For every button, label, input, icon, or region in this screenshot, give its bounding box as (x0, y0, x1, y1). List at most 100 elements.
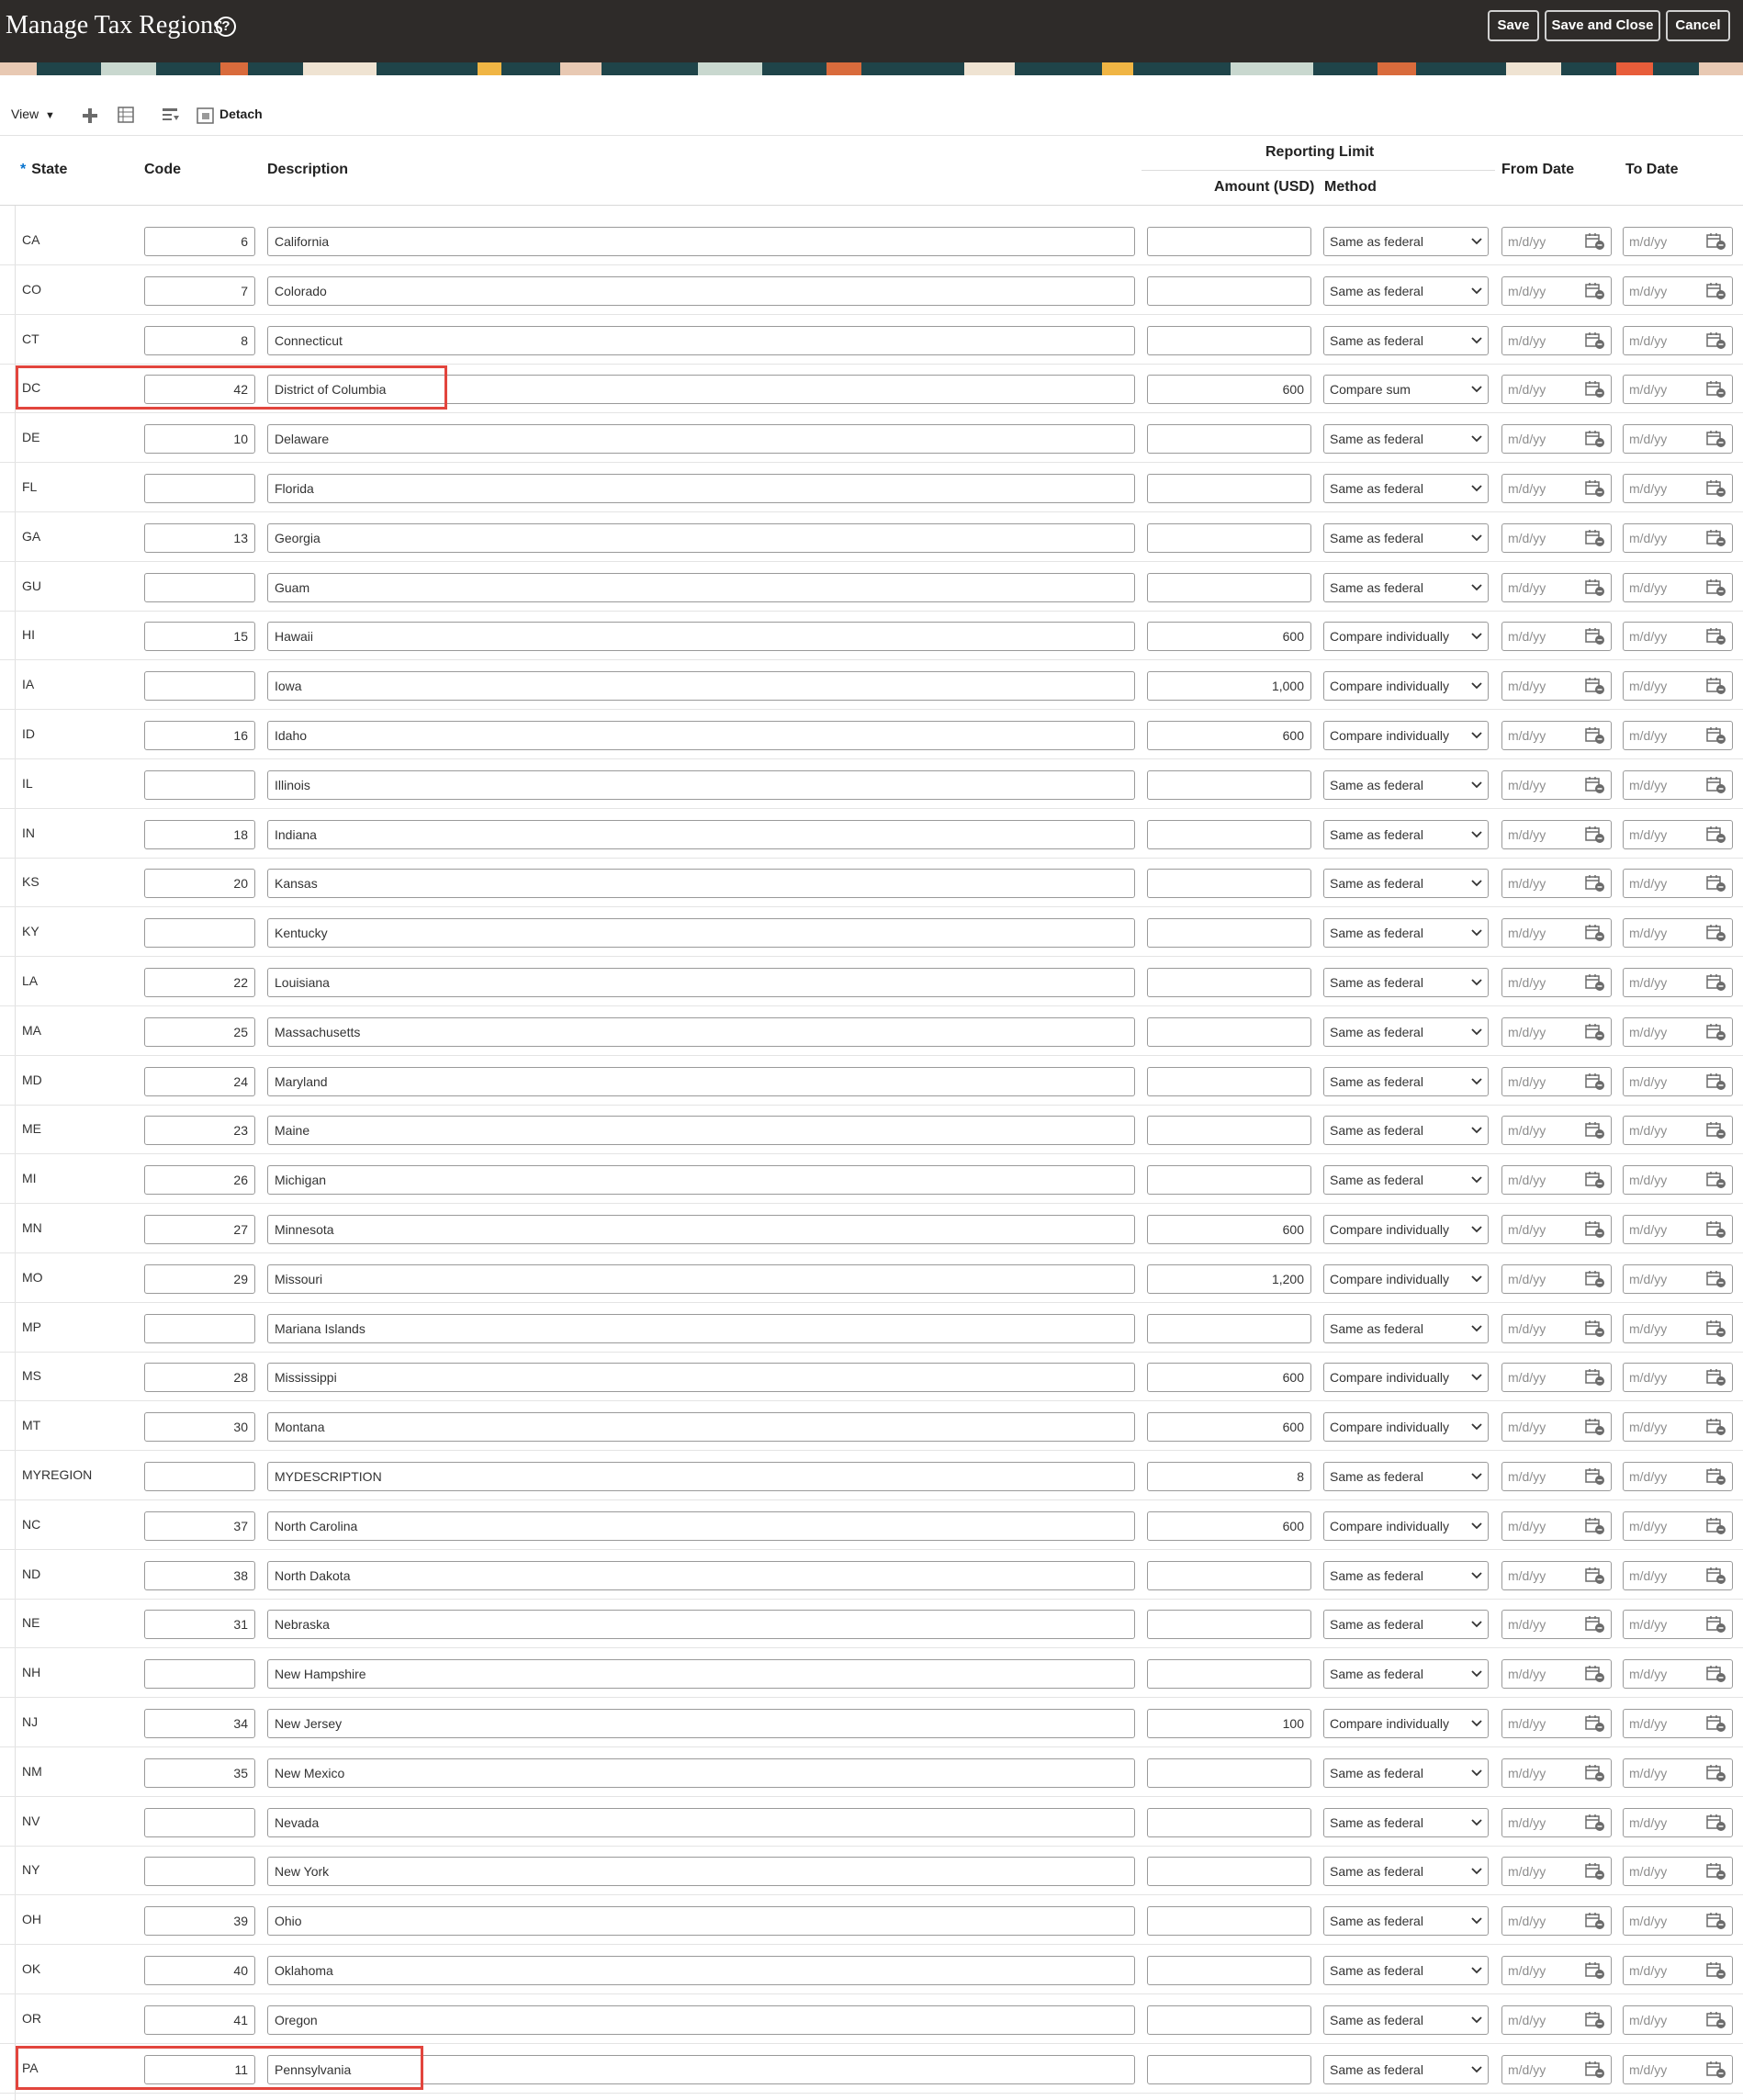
code-input[interactable]: 24 (144, 1066, 255, 1096)
calendar-icon[interactable] (1585, 1862, 1605, 1881)
amount-input[interactable] (1147, 227, 1311, 256)
code-input[interactable]: 29 (144, 1263, 255, 1294)
calendar-icon[interactable] (1706, 2061, 1726, 2079)
description-input[interactable]: Maine (267, 1116, 1135, 1146)
calendar-icon[interactable] (1706, 1270, 1726, 1288)
description-input[interactable]: New York (267, 1857, 1135, 1887)
method-select[interactable]: Same as federal (1323, 918, 1489, 949)
code-input[interactable]: 35 (144, 1757, 255, 1788)
table-row[interactable]: LA 22 Louisiana Same as federal m/d/yy m/d/yy (0, 957, 1743, 1006)
method-select[interactable]: Same as federal (1323, 1165, 1489, 1196)
description-input[interactable]: Minnesota (267, 1215, 1135, 1244)
from-date-input[interactable]: m/d/yy (1501, 1263, 1612, 1294)
column-header-from-date[interactable]: From Date (1501, 162, 1574, 178)
column-header-amount[interactable]: Amount (USD) (1214, 179, 1314, 196)
method-select[interactable]: Same as federal (1323, 968, 1489, 997)
calendar-icon[interactable] (1706, 973, 1726, 992)
from-date-input[interactable]: m/d/yy (1501, 1659, 1612, 1690)
to-date-input[interactable]: m/d/yy (1623, 721, 1733, 750)
table-row[interactable]: ID 16 Idaho 600 Compare individually m/d/yy m/… (0, 710, 1743, 759)
to-date-input[interactable]: m/d/yy (1623, 1610, 1733, 1640)
method-select[interactable]: Same as federal (1323, 522, 1489, 553)
amount-input[interactable] (1147, 869, 1311, 899)
calendar-icon[interactable] (1585, 627, 1605, 646)
description-input[interactable]: Massachusetts (267, 1016, 1135, 1047)
amount-input[interactable] (1147, 968, 1311, 997)
calendar-icon[interactable] (1706, 1368, 1726, 1387)
table-row[interactable]: MO 29 Missouri 1,200 Compare individually m/d… (0, 1253, 1743, 1303)
from-date-input[interactable]: m/d/yy (1501, 2005, 1612, 2035)
from-date-input[interactable]: m/d/yy (1501, 424, 1612, 455)
code-input[interactable]: 34 (144, 1709, 255, 1738)
table-row[interactable]: HI 15 Hawaii 600 Compare individually m/d/yy m… (0, 611, 1743, 661)
calendar-icon[interactable] (1585, 430, 1605, 448)
detach-button[interactable]: Detach (219, 107, 263, 121)
calendar-icon[interactable] (1706, 825, 1726, 844)
calendar-icon[interactable] (1585, 1517, 1605, 1535)
code-input[interactable]: 11 (144, 2054, 255, 2084)
method-select[interactable]: Same as federal (1323, 1560, 1489, 1590)
freeze-icon[interactable] (116, 105, 138, 127)
column-header-method[interactable]: Method (1324, 179, 1377, 196)
description-input[interactable]: Nevada (267, 1807, 1135, 1837)
calendar-icon[interactable] (1706, 1023, 1726, 1041)
calendar-icon[interactable] (1706, 627, 1726, 646)
code-input[interactable]: 8 (144, 325, 255, 355)
calendar-icon[interactable] (1706, 380, 1726, 399)
table-row[interactable]: GA 13 Georgia Same as federal m/d/yy m/d/yy (0, 512, 1743, 562)
calendar-icon[interactable] (1585, 578, 1605, 597)
code-input[interactable]: 22 (144, 968, 255, 997)
to-date-input[interactable]: m/d/yy (1623, 1906, 1733, 1937)
description-input[interactable]: Maryland (267, 1066, 1135, 1096)
calendar-icon[interactable] (1585, 776, 1605, 794)
description-input[interactable]: Ohio (267, 1906, 1135, 1937)
table-row[interactable]: MI 26 Michigan Same as federal m/d/yy m/d/yy (0, 1154, 1743, 1205)
to-date-input[interactable]: m/d/yy (1623, 1412, 1733, 1443)
calendar-icon[interactable] (1585, 1615, 1605, 1634)
table-row[interactable]: MS 28 Mississippi 600 Compare individually m/… (0, 1352, 1743, 1402)
to-date-input[interactable]: m/d/yy (1623, 2054, 1733, 2084)
calendar-icon[interactable] (1585, 529, 1605, 547)
method-select[interactable]: Compare individually (1323, 622, 1489, 652)
calendar-icon[interactable] (1585, 2011, 1605, 2029)
to-date-input[interactable]: m/d/yy (1623, 671, 1733, 702)
description-input[interactable]: Missouri (267, 1263, 1135, 1294)
code-input[interactable] (144, 1462, 255, 1491)
table-row[interactable]: NC 37 North Carolina 600 Compare individuall… (0, 1500, 1743, 1550)
description-input[interactable]: Iowa (267, 671, 1135, 702)
calendar-icon[interactable] (1585, 973, 1605, 992)
calendar-icon[interactable] (1706, 1171, 1726, 1189)
from-date-input[interactable]: m/d/yy (1501, 721, 1612, 750)
from-date-input[interactable]: m/d/yy (1501, 622, 1612, 652)
table-row[interactable]: KS 20 Kansas Same as federal m/d/yy m/d/yy (0, 858, 1743, 908)
calendar-icon[interactable] (1585, 1912, 1605, 1930)
from-date-input[interactable]: m/d/yy (1501, 227, 1612, 256)
table-row[interactable]: KY Kentucky Same as federal m/d/yy m/d/yy (0, 907, 1743, 958)
amount-input[interactable] (1147, 522, 1311, 553)
amount-input[interactable] (1147, 918, 1311, 949)
from-date-input[interactable]: m/d/yy (1501, 671, 1612, 702)
calendar-icon[interactable] (1706, 1961, 1726, 1980)
method-select[interactable]: Compare individually (1323, 1363, 1489, 1393)
method-select[interactable]: Compare individually (1323, 1510, 1489, 1541)
description-input[interactable]: New Jersey (267, 1709, 1135, 1738)
table-row[interactable]: CO 7 Colorado Same as federal m/d/yy m/d/yy (0, 265, 1743, 315)
table-row[interactable]: PA 11 Pennsylvania Same as federal m/d/yy m/d… (0, 2044, 1743, 2094)
from-date-input[interactable]: m/d/yy (1501, 1412, 1612, 1443)
view-menu[interactable]: View ▼ (11, 107, 55, 121)
code-input[interactable]: 13 (144, 522, 255, 553)
table-row[interactable]: MP Mariana Islands Same as federal m/d/yy m/… (0, 1303, 1743, 1353)
calendar-icon[interactable] (1585, 1023, 1605, 1041)
to-date-input[interactable]: m/d/yy (1623, 1807, 1733, 1837)
help-icon[interactable]: ? (216, 17, 236, 37)
description-input[interactable]: Mississippi (267, 1363, 1135, 1393)
method-select[interactable]: Same as federal (1323, 1462, 1489, 1491)
from-date-input[interactable]: m/d/yy (1501, 275, 1612, 306)
calendar-icon[interactable] (1706, 529, 1726, 547)
calendar-icon[interactable] (1706, 2011, 1726, 2029)
method-select[interactable]: Same as federal (1323, 325, 1489, 355)
method-select[interactable]: Same as federal (1323, 1807, 1489, 1837)
calendar-icon[interactable] (1706, 726, 1726, 745)
column-header-code[interactable]: Code (144, 162, 181, 178)
table-row[interactable]: CT 8 Connecticut Same as federal m/d/yy m/d/y… (0, 315, 1743, 365)
